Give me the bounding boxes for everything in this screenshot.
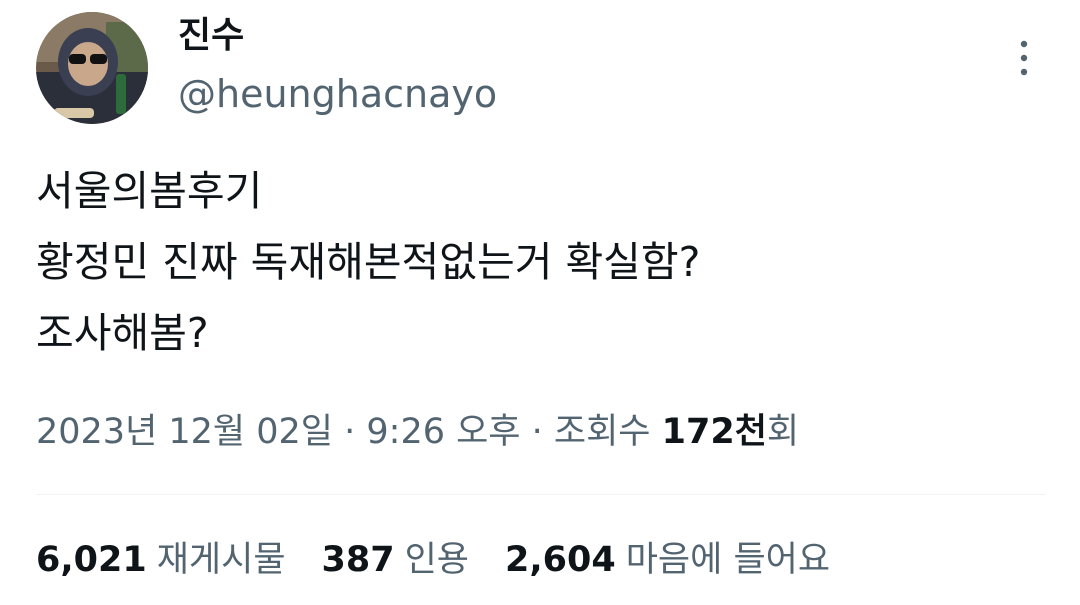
meta-separator: · [333, 412, 367, 452]
retweets-stat[interactable]: 6,021 재게시물 [36, 530, 286, 590]
tweet-text: 서울의봄후기 황정민 진짜 독재해본적없는거 확실함? 조사해봄? [36, 156, 1036, 369]
quotes-count: 387 [321, 540, 395, 580]
tweet-card: 진수 @heunghacnayo 서울의봄후기 황정민 진짜 독재해본적없는거 … [0, 0, 1080, 605]
views-label: 조회수 [553, 412, 662, 452]
tweet-line: 조사해봄? [36, 309, 209, 357]
retweets-label: 재게시물 [156, 540, 286, 580]
retweets-count: 6,021 [36, 540, 147, 580]
tweet-meta: 2023년 12월 02일 · 9:26 오후 · 조회수 172천회 [36, 402, 799, 462]
quotes-stat[interactable]: 387 인용 [322, 530, 469, 590]
views-suffix: 회 [766, 412, 800, 452]
views-count: 172천 [661, 412, 767, 452]
more-vertical-icon [1020, 40, 1028, 76]
likes-stat[interactable]: 2,604 마음에 들어요 [505, 530, 830, 590]
divider [36, 494, 1046, 495]
likes-count: 2,604 [505, 540, 616, 580]
avatar-image [36, 12, 148, 124]
user-handle[interactable]: @heunghacnayo [178, 70, 497, 118]
engagement-stats: 6,021 재게시물 387 인용 2,604 마음에 들어요 [36, 530, 866, 590]
quotes-label: 인용 [404, 540, 469, 580]
tweet-time[interactable]: 9:26 오후 [366, 412, 520, 452]
more-options-button[interactable] [1002, 36, 1046, 80]
likes-label: 마음에 들어요 [625, 540, 831, 580]
avatar[interactable] [36, 12, 148, 124]
tweet-line: 황정민 진짜 독재해본적없는거 확실함? [36, 238, 701, 286]
meta-separator: · [520, 412, 554, 452]
display-name[interactable]: 진수 [178, 12, 244, 60]
tweet-date[interactable]: 2023년 12월 02일 [36, 412, 333, 452]
tweet-line: 서울의봄후기 [36, 167, 263, 215]
